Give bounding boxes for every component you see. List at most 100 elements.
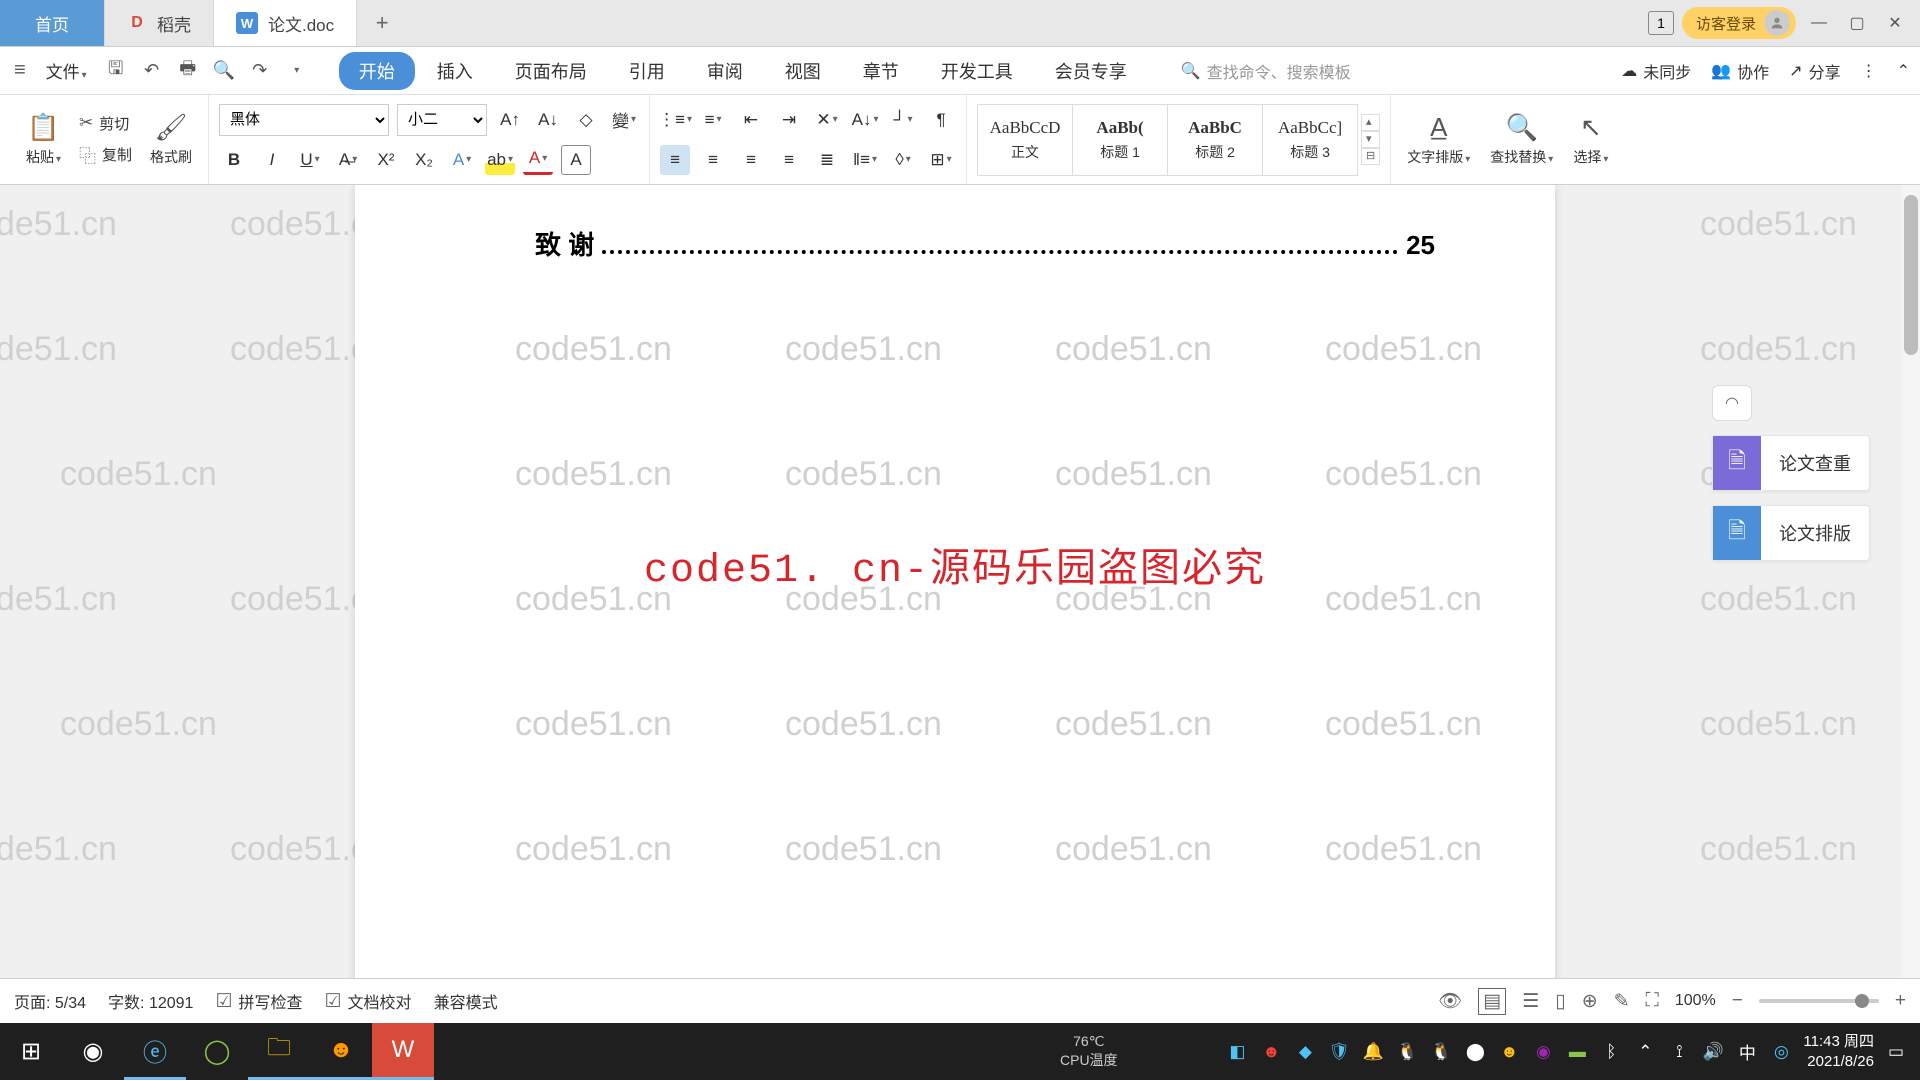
bluetooth-icon[interactable]: ᛒ: [1599, 1040, 1623, 1064]
align-center-button[interactable]: ≡: [698, 145, 728, 175]
scrollbar-thumb[interactable]: [1904, 195, 1918, 355]
tray-icon[interactable]: ◆: [1293, 1040, 1317, 1064]
wifi-icon[interactable]: ⟟: [1667, 1040, 1691, 1064]
tray-icon[interactable]: 🐧: [1429, 1040, 1453, 1064]
panel-collapse-icon[interactable]: ◠: [1712, 385, 1752, 421]
highlight-button[interactable]: ab: [485, 145, 515, 175]
page-indicator[interactable]: 页面: 5/34: [14, 989, 86, 1013]
thesis-check-button[interactable]: 🗎论文查重: [1712, 435, 1870, 491]
eye-icon[interactable]: 👁: [1438, 989, 1462, 1013]
style-down-icon[interactable]: ▾: [1361, 131, 1380, 148]
compat-mode[interactable]: 兼容模式: [434, 989, 498, 1013]
volume-icon[interactable]: 🔊: [1701, 1040, 1725, 1064]
subscript-button[interactable]: X₂: [409, 145, 439, 175]
page-view-icon[interactable]: ▤: [1478, 988, 1506, 1015]
print-icon[interactable]: 🖶: [173, 56, 203, 86]
tray-notif-icon[interactable]: 🔔: [1361, 1040, 1385, 1064]
save-icon[interactable]: 🖫: [101, 56, 131, 86]
outline-view-icon[interactable]: ☰: [1522, 990, 1539, 1013]
spell-check-toggle[interactable]: ☑拼写检查: [215, 989, 302, 1013]
tray-icon[interactable]: ☻: [1259, 1040, 1283, 1064]
style-normal[interactable]: AaBbCcD正文: [977, 104, 1073, 176]
note-icon[interactable]: ✎: [1614, 990, 1630, 1013]
tray-icon[interactable]: 🛡: [1327, 1040, 1351, 1064]
asian-layout-button[interactable]: ✕: [812, 105, 842, 135]
decrease-indent-button[interactable]: ⇤: [736, 105, 766, 135]
task-app1[interactable]: ◉: [62, 1023, 124, 1080]
collapse-ribbon-icon[interactable]: ⌃: [1897, 61, 1910, 81]
select-button[interactable]: ↖选择: [1567, 112, 1614, 167]
show-marks-button[interactable]: ¶: [926, 105, 956, 135]
ribbon-tab-member[interactable]: 会员专享: [1035, 52, 1147, 90]
tray-arrow-icon[interactable]: ⌃: [1633, 1040, 1657, 1064]
thesis-format-button[interactable]: 🗎论文排版: [1712, 505, 1870, 561]
italic-button[interactable]: I: [257, 145, 287, 175]
style-heading1[interactable]: AaBb(标题 1: [1072, 104, 1168, 176]
align-right-button[interactable]: ≡: [736, 145, 766, 175]
undo-icon[interactable]: ↶: [137, 56, 167, 86]
web-view-icon[interactable]: ⊕: [1582, 990, 1598, 1013]
zoom-slider[interactable]: [1759, 999, 1879, 1003]
superscript-button[interactable]: X²: [371, 145, 401, 175]
ribbon-tab-view[interactable]: 视图: [765, 52, 841, 90]
line-spacing-button[interactable]: ‖≡: [850, 145, 880, 175]
ribbon-tab-chapter[interactable]: 章节: [843, 52, 919, 90]
align-left-button[interactable]: ≡: [660, 145, 690, 175]
char-border-button[interactable]: A: [561, 145, 591, 175]
text-layout-button[interactable]: A̲文字排版: [1401, 112, 1476, 167]
shading-button[interactable]: ◊: [888, 145, 918, 175]
cut-button[interactable]: ✂剪切: [75, 111, 136, 136]
tray-icon[interactable]: ◎: [1769, 1040, 1793, 1064]
sort-button[interactable]: A↓: [850, 105, 880, 135]
task-explorer[interactable]: 🗀: [248, 1023, 310, 1080]
numbering-button[interactable]: ≡: [698, 105, 728, 135]
zoom-in-button[interactable]: +: [1895, 990, 1906, 1012]
vertical-scrollbar[interactable]: [1902, 185, 1920, 978]
font-color-button[interactable]: A: [523, 145, 553, 175]
style-heading2[interactable]: AaBbC标题 2: [1167, 104, 1263, 176]
zoom-level[interactable]: 100%: [1675, 992, 1716, 1010]
cpu-temp-widget[interactable]: 76℃CPU温度: [1060, 1033, 1118, 1070]
text-effect-button[interactable]: A: [447, 145, 477, 175]
tray-icon[interactable]: ⬤: [1463, 1040, 1487, 1064]
command-search[interactable]: 🔍 查找命令、搜索模板: [1181, 59, 1351, 83]
border-button[interactable]: ⊞: [926, 145, 956, 175]
share-button[interactable]: ↗分享: [1789, 59, 1840, 83]
minimize-button[interactable]: —: [1804, 8, 1834, 38]
underline-button[interactable]: U: [295, 145, 325, 175]
ribbon-tab-reference[interactable]: 引用: [609, 52, 685, 90]
strike-button[interactable]: A̶: [333, 145, 363, 175]
ribbon-tab-review[interactable]: 审阅: [687, 52, 763, 90]
style-expand-icon[interactable]: ⊟: [1361, 148, 1380, 165]
document-page[interactable]: code51.cn code51.cn code51.cn code51.cn …: [355, 185, 1555, 978]
reading-view-icon[interactable]: ▯: [1555, 990, 1565, 1013]
start-button[interactable]: ⊞: [0, 1023, 62, 1080]
font-name-select[interactable]: 黑体: [219, 104, 389, 136]
word-count[interactable]: 字数: 12091: [108, 989, 193, 1013]
find-replace-button[interactable]: 🔍查找替换: [1484, 112, 1559, 167]
tab-symbol-button[interactable]: ┘: [888, 105, 918, 135]
style-up-icon[interactable]: ▴: [1361, 114, 1380, 131]
bold-button[interactable]: B: [219, 145, 249, 175]
ribbon-tab-start[interactable]: 开始: [339, 52, 415, 90]
action-center-icon[interactable]: ▭: [1884, 1040, 1908, 1064]
more-menu-icon[interactable]: ⋮: [1861, 61, 1877, 81]
file-menu[interactable]: 文件: [38, 54, 95, 87]
increase-indent-button[interactable]: ⇥: [774, 105, 804, 135]
maximize-button[interactable]: ▢: [1842, 8, 1872, 38]
window-count-badge[interactable]: 1: [1648, 11, 1674, 35]
ime-indicator[interactable]: 中: [1735, 1040, 1759, 1064]
proof-toggle[interactable]: ☑文档校对: [325, 989, 412, 1013]
fit-width-icon[interactable]: ⛶: [1646, 990, 1659, 1012]
tray-icon[interactable]: ☻: [1497, 1040, 1521, 1064]
login-button[interactable]: 访客登录: [1682, 7, 1796, 39]
paste-button[interactable]: 📋粘贴: [20, 112, 67, 167]
distribute-button[interactable]: ≣: [812, 145, 842, 175]
clear-format-icon[interactable]: ◇: [571, 105, 601, 135]
style-heading3[interactable]: AaBbCc]标题 3: [1262, 104, 1358, 176]
sync-status[interactable]: ☁未同步: [1621, 59, 1691, 83]
align-justify-button[interactable]: ≡: [774, 145, 804, 175]
task-app2[interactable]: ☻: [310, 1023, 372, 1080]
copy-button[interactable]: ⿻复制: [75, 140, 136, 169]
quick-more-icon[interactable]: [281, 56, 311, 86]
